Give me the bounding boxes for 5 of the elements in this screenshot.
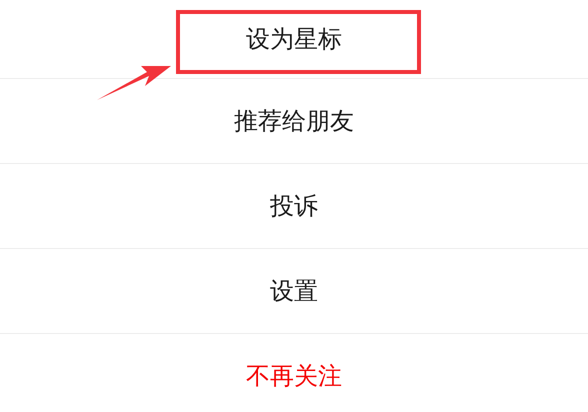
menu-item[interactable]: 推荐给朋友 [234, 105, 354, 137]
menu-item[interactable]: 设为星标 [246, 23, 342, 55]
menu-item[interactable]: 投诉 [270, 190, 318, 222]
menu-item[interactable]: 不再关注 [246, 360, 342, 392]
menu-item[interactable]: 设置 [270, 275, 318, 307]
